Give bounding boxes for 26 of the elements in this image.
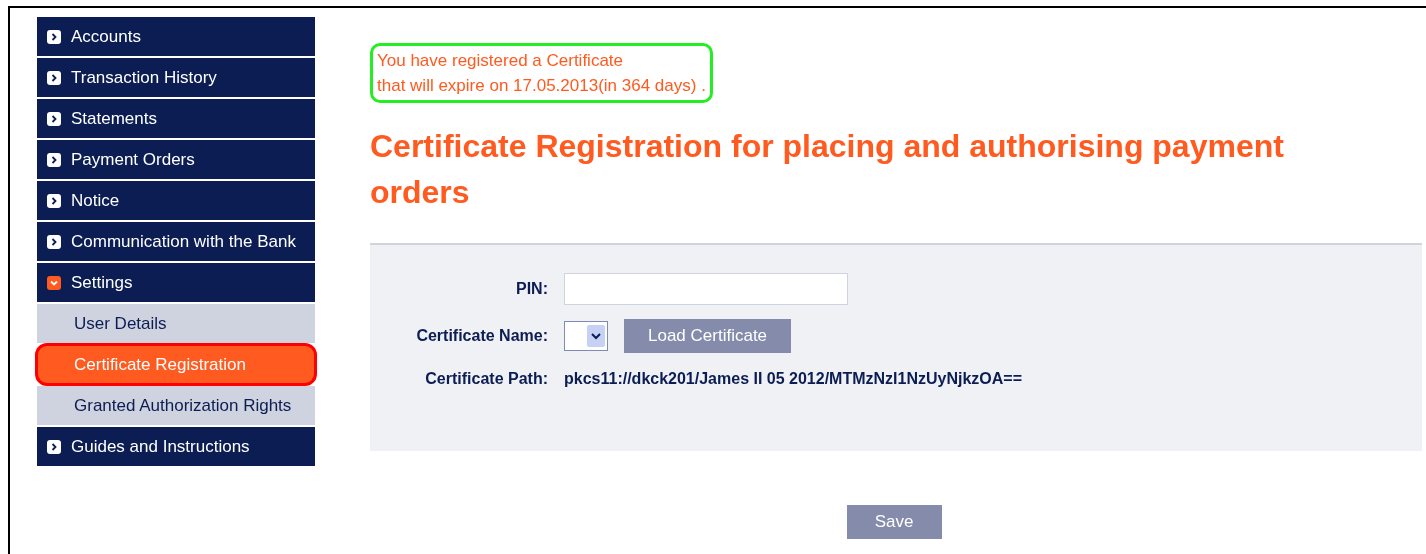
field-label: Certificate Name: [415,326,548,346]
certificate-path: pkcs11://dkck201/James II 05 2012/MTMzNzI1NzUyNjkzOA== [564,369,1022,389]
chevron-right-icon [47,112,61,126]
chevron-right-icon [47,194,61,208]
sidebar-item[interactable]: Payment Orders [37,140,315,179]
sidebar-item[interactable]: Accounts [37,17,315,56]
chevron-right-icon [47,71,61,85]
page-heading: Certificate Registration for placing and authorising payment orders [370,127,1285,212]
field-label: PIN: [515,279,548,299]
sidebar-item[interactable]: Notice [37,181,315,220]
notice-message: You have registered a Certificate that will expire on 17.05.2013(in 364 days) . [370,43,713,103]
chevron-right-icon [47,235,61,249]
sidebar-item[interactable]: Statements [37,99,315,138]
chevron-right-icon [47,440,61,454]
sidebar-subitem[interactable]: Granted Authorization Rights [37,386,315,425]
certificate-select[interactable] [564,321,608,351]
sidebar-item[interactable]: Guides and Instructions [37,427,315,466]
chevron-down-icon [47,276,61,290]
sidebar-item[interactable]: Communication with the Bank [37,222,315,261]
sidebar-item[interactable]: Settings [37,263,315,302]
field-label: Certificate Path: [424,369,548,389]
chevron-right-icon [47,153,61,167]
sidebar-item[interactable]: Transaction History [37,58,315,97]
chevron-right-icon [47,30,61,44]
sidebar-subitem[interactable]: User Details [37,304,315,343]
pin-field[interactable] [564,273,848,305]
